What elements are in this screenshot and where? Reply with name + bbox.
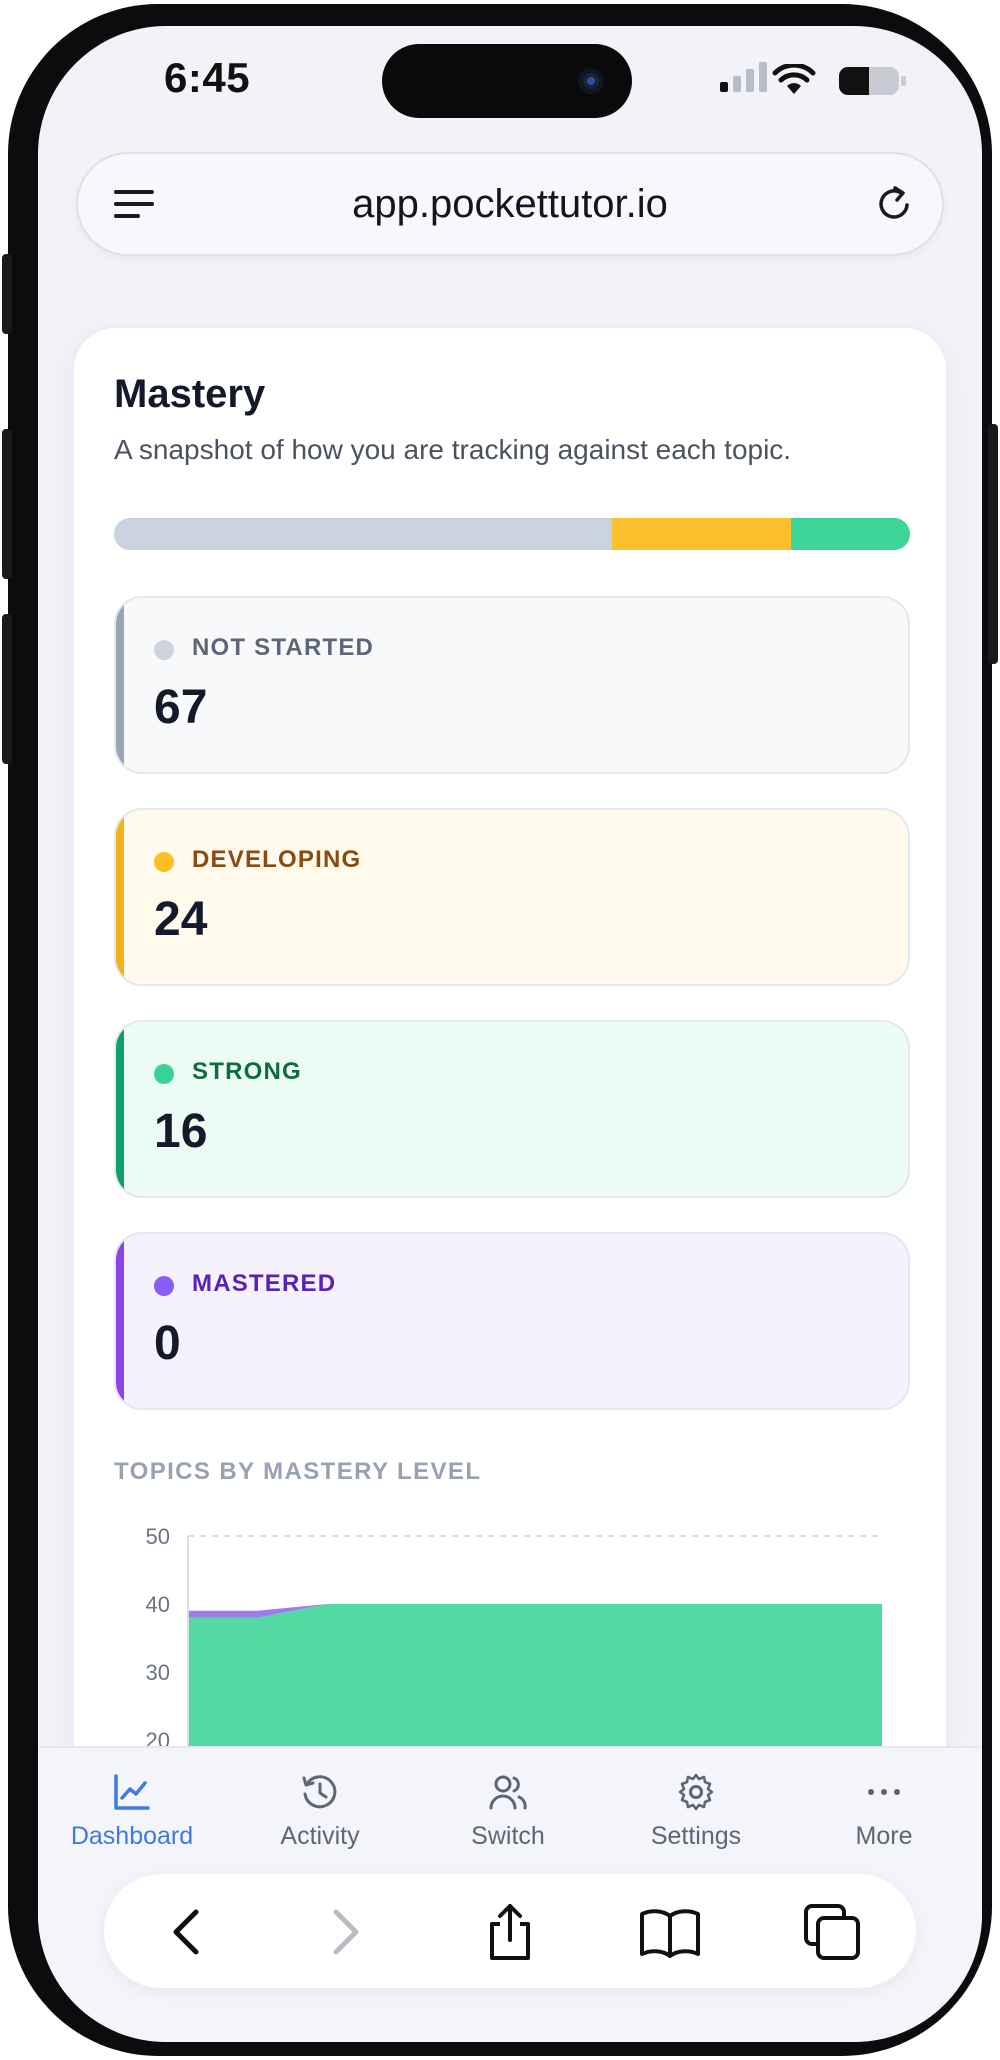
wifi-icon — [772, 64, 816, 94]
url-text[interactable]: app.pockettutor.io — [78, 182, 942, 227]
y-tick-label: 40 — [146, 1592, 170, 1617]
action-button — [2, 254, 12, 334]
tab-dashboard[interactable]: Dashboard — [42, 1748, 222, 1868]
history-icon — [302, 1775, 337, 1809]
share-icon[interactable] — [478, 1900, 542, 1964]
back-icon[interactable] — [156, 1900, 220, 1964]
progress-segment-developing — [612, 518, 791, 550]
tab-more[interactable]: More — [794, 1748, 974, 1868]
stat-accent — [116, 1022, 124, 1196]
status-dot-icon — [154, 1064, 174, 1084]
screen: 6:45 app.pockettutor.io Mastery A snapsh… — [38, 26, 982, 2042]
power-button — [988, 424, 998, 664]
tab-label: Switch — [471, 1822, 545, 1850]
stat-label: MASTERED — [192, 1270, 337, 1297]
gear-icon — [678, 1773, 714, 1811]
tab-label: Activity — [280, 1822, 360, 1850]
camera-icon — [578, 68, 604, 94]
address-bar[interactable]: app.pockettutor.io — [76, 152, 944, 256]
stat-value: 67 — [154, 681, 208, 734]
y-tick-label: 50 — [146, 1524, 170, 1549]
stat-strong[interactable]: STRONG 16 — [114, 1020, 910, 1198]
stat-label: STRONG — [192, 1058, 302, 1085]
stat-accent — [116, 598, 124, 772]
status-dot-icon — [154, 1276, 174, 1296]
status-dot-icon — [154, 640, 174, 660]
stat-accent — [116, 1234, 124, 1408]
volume-up-button — [2, 429, 12, 579]
battery-icon — [839, 67, 906, 95]
status-dot-icon — [154, 852, 174, 872]
stat-accent — [116, 810, 124, 984]
stat-not-started[interactable]: NOT STARTED 67 — [114, 596, 910, 774]
bookmarks-icon[interactable] — [638, 1900, 702, 1964]
tab-activity[interactable]: Activity — [230, 1748, 410, 1868]
section-title: TOPICS BY MASTERY LEVEL — [114, 1458, 482, 1485]
stat-mastered[interactable]: MASTERED 0 — [114, 1232, 910, 1410]
stat-value: 16 — [154, 1105, 208, 1158]
users-icon — [489, 1775, 527, 1810]
tab-label: Dashboard — [70, 1822, 194, 1850]
mastery-progress-bar — [114, 518, 910, 550]
tab-label: More — [855, 1822, 913, 1850]
stat-value: 0 — [154, 1317, 181, 1370]
stat-label: DEVELOPING — [192, 846, 362, 873]
chart-line-icon — [114, 1774, 150, 1810]
status-time: 6:45 — [164, 54, 251, 101]
tab-switch[interactable]: Switch — [418, 1748, 598, 1868]
card-subtitle: A snapshot of how you are tracking again… — [114, 434, 792, 465]
reload-icon[interactable] — [870, 180, 918, 228]
progress-segment-strong — [790, 518, 910, 550]
phone-frame: 6:45 app.pockettutor.io Mastery A snapsh… — [2, 4, 998, 2056]
mastery-card: Mastery A snapshot of how you are tracki… — [72, 326, 948, 1798]
stat-label: NOT STARTED — [192, 634, 375, 661]
browser-toolbar — [104, 1874, 916, 1988]
volume-down-button — [2, 614, 12, 764]
tab-settings[interactable]: Settings — [606, 1748, 786, 1868]
dynamic-island — [382, 44, 632, 118]
y-tick-label: 30 — [146, 1660, 170, 1685]
tabs-icon[interactable] — [800, 1900, 864, 1964]
tab-label: Settings — [650, 1822, 742, 1850]
forward-icon[interactable] — [312, 1900, 376, 1964]
status-bar: 6:45 — [38, 26, 982, 156]
card-title: Mastery — [114, 372, 266, 416]
cellular-signal-icon — [720, 62, 767, 92]
stat-developing[interactable]: DEVELOPING 24 — [114, 808, 910, 986]
stat-value: 24 — [154, 893, 208, 946]
progress-segment-not-started — [114, 518, 613, 550]
more-dots-icon — [868, 1789, 900, 1795]
